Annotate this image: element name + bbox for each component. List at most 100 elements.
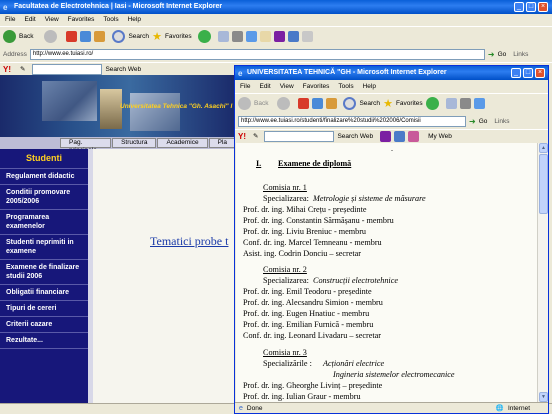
- site-banner: Universitatea Tehnica "Gh. Asachi" I: [0, 75, 236, 137]
- refresh-icon[interactable]: [80, 31, 92, 42]
- doc-heading: Examene de diplomă: [278, 159, 352, 168]
- popup-forward-icon[interactable]: [277, 97, 291, 110]
- go-button[interactable]: Go: [498, 51, 507, 58]
- popup-close-button[interactable]: ×: [535, 68, 545, 78]
- popup-messenger-icon[interactable]: [394, 130, 406, 142]
- search-icon[interactable]: [112, 30, 126, 43]
- scroll-up-button[interactable]: ▲: [539, 143, 548, 153]
- research-icon[interactable]: [301, 31, 313, 42]
- popup-menu-edit[interactable]: Edit: [259, 83, 270, 90]
- popup-search-icon[interactable]: [343, 97, 357, 110]
- sidebar-item-cereri[interactable]: Tipuri de cereri: [0, 301, 88, 317]
- popup-address-input[interactable]: http://www.ee.tuiasi.ro/studenti/finaliz…: [238, 115, 466, 127]
- popup-my-web-button[interactable]: My Web: [428, 133, 452, 140]
- popup-yahoo-search-input[interactable]: [264, 130, 335, 142]
- messenger-icon[interactable]: [287, 31, 299, 42]
- popup-mail-icon[interactable]: [445, 98, 457, 109]
- sidebar-item-regulament[interactable]: Regulament didactic: [0, 169, 88, 185]
- popup-refresh-icon[interactable]: [312, 98, 324, 109]
- back-button[interactable]: Back: [19, 33, 33, 40]
- main-close-button[interactable]: ×: [538, 2, 548, 12]
- print-icon[interactable]: [231, 31, 243, 42]
- scroll-thumb[interactable]: [539, 154, 548, 214]
- popup-scrollbar[interactable]: ▲ ▼: [537, 143, 548, 402]
- popup-favorites-button[interactable]: Favorites: [396, 100, 423, 107]
- menu-help[interactable]: Help: [128, 16, 141, 23]
- go-arrow-icon[interactable]: ➜: [488, 50, 495, 59]
- address-label: Address: [3, 50, 27, 58]
- sidebar-item-neprimiti[interactable]: Studenti neprimiti in examene: [0, 235, 88, 260]
- search-button[interactable]: Search: [128, 33, 149, 40]
- menu-file[interactable]: File: [5, 16, 15, 23]
- banner-photo: [42, 81, 97, 121]
- nav-tab-home[interactable]: Pag. principala: [60, 138, 112, 154]
- yahoo-search-web-button[interactable]: Search Web: [105, 66, 141, 73]
- menu-favorites[interactable]: Favorites: [68, 16, 95, 23]
- popup-history-icon[interactable]: [425, 97, 439, 110]
- sidebar-item-obligatii[interactable]: Obligatii financiare: [0, 285, 88, 301]
- main-maximize-button[interactable]: □: [526, 2, 536, 12]
- popup-go-button[interactable]: Go: [479, 118, 488, 125]
- pencil-icon[interactable]: ✎: [20, 65, 25, 73]
- favorites-button[interactable]: Favorites: [165, 33, 192, 40]
- popup-stop-icon[interactable]: [298, 98, 310, 109]
- sidebar-item-conditii[interactable]: Conditii promovare 2005/2006: [0, 185, 88, 210]
- back-icon[interactable]: [3, 30, 16, 43]
- comisia-3-spec-label: Specializările :: [263, 359, 312, 368]
- popup-favorites-star-icon[interactable]: ★: [383, 97, 393, 110]
- yahoo-toolbar-icon[interactable]: [273, 31, 285, 42]
- favorites-star-icon[interactable]: ★: [152, 30, 162, 43]
- popup-maximize-button[interactable]: □: [523, 68, 533, 78]
- history-icon[interactable]: [197, 30, 211, 43]
- yahoo-search-input[interactable]: [32, 63, 103, 75]
- sidebar-item-finalizare[interactable]: Examene de finalizare studii 2006: [0, 260, 88, 285]
- address-url: http://www.ee.tuiasi.ro/: [32, 50, 94, 57]
- nav-tab-plans[interactable]: Pla: [208, 138, 236, 148]
- popup-search-button[interactable]: Search: [359, 100, 380, 107]
- menu-view[interactable]: View: [45, 16, 59, 23]
- popup-menu-file[interactable]: File: [240, 83, 250, 90]
- discuss-icon[interactable]: [259, 31, 271, 42]
- menu-tools[interactable]: Tools: [103, 16, 118, 23]
- sidebar-item-rezultate[interactable]: Rezultate...: [0, 333, 88, 349]
- forward-icon[interactable]: [44, 30, 58, 43]
- nav-tab-academic[interactable]: Academice: [157, 138, 208, 148]
- comisia-2-member: Prof. dr. ing. Emilian Furnică - membru: [243, 320, 374, 329]
- popup-menu-view[interactable]: View: [280, 83, 294, 90]
- address-input[interactable]: http://www.ee.tuiasi.ro/: [29, 48, 485, 60]
- popup-back-icon[interactable]: [238, 97, 251, 110]
- popup-pencil-icon[interactable]: ✎: [253, 132, 258, 140]
- comisia-1-member: Asist. ing. Codrin Donciu – secretar: [243, 249, 362, 258]
- popup-yahoo-search-web-button[interactable]: Search Web: [337, 133, 373, 140]
- sidebar-item-cazare[interactable]: Criterii cazare: [0, 317, 88, 333]
- mail-icon[interactable]: [217, 31, 229, 42]
- internet-zone-label: Internet: [507, 404, 530, 412]
- popup-edit-icon[interactable]: [473, 98, 485, 109]
- tematici-link[interactable]: Tematici probe t: [150, 234, 228, 249]
- popup-go-arrow-icon[interactable]: ➜: [469, 117, 476, 126]
- popup-menu-favorites[interactable]: Favorites: [303, 83, 330, 90]
- popup-mail-toolbar-icon[interactable]: [380, 130, 392, 142]
- sidebar-item-programare[interactable]: Programarea examenelor: [0, 210, 88, 235]
- popup-menu-tools[interactable]: Tools: [338, 83, 353, 90]
- stop-icon[interactable]: [66, 31, 78, 42]
- popup-minimize-button[interactable]: _: [511, 68, 521, 78]
- popup-menu-help[interactable]: Help: [363, 83, 376, 90]
- menu-edit[interactable]: Edit: [24, 16, 35, 23]
- popup-yahoo-logo-icon[interactable]: Y!: [238, 132, 246, 141]
- sidebar-header: Studenti: [0, 149, 88, 169]
- home-icon[interactable]: [94, 31, 106, 42]
- popup-print-icon[interactable]: [459, 98, 471, 109]
- links-button[interactable]: Links: [513, 51, 528, 58]
- popup-music-icon[interactable]: [408, 130, 420, 142]
- scroll-down-button[interactable]: ▼: [539, 392, 548, 402]
- popup-home-icon[interactable]: [326, 98, 338, 109]
- comisia-2-member: Prof. dr. ing. Alecsandru Simion - membr…: [243, 298, 383, 307]
- yahoo-logo-icon[interactable]: Y!: [3, 65, 11, 74]
- popup-yahoo-toolbar: Y! ✎ Search Web My Web: [235, 129, 548, 142]
- main-minimize-button[interactable]: _: [514, 2, 524, 12]
- popup-links-button[interactable]: Links: [494, 118, 509, 125]
- nav-tab-structure[interactable]: Structura: [112, 138, 157, 148]
- edit-icon[interactable]: [245, 31, 257, 42]
- popup-back-button[interactable]: Back: [254, 100, 268, 107]
